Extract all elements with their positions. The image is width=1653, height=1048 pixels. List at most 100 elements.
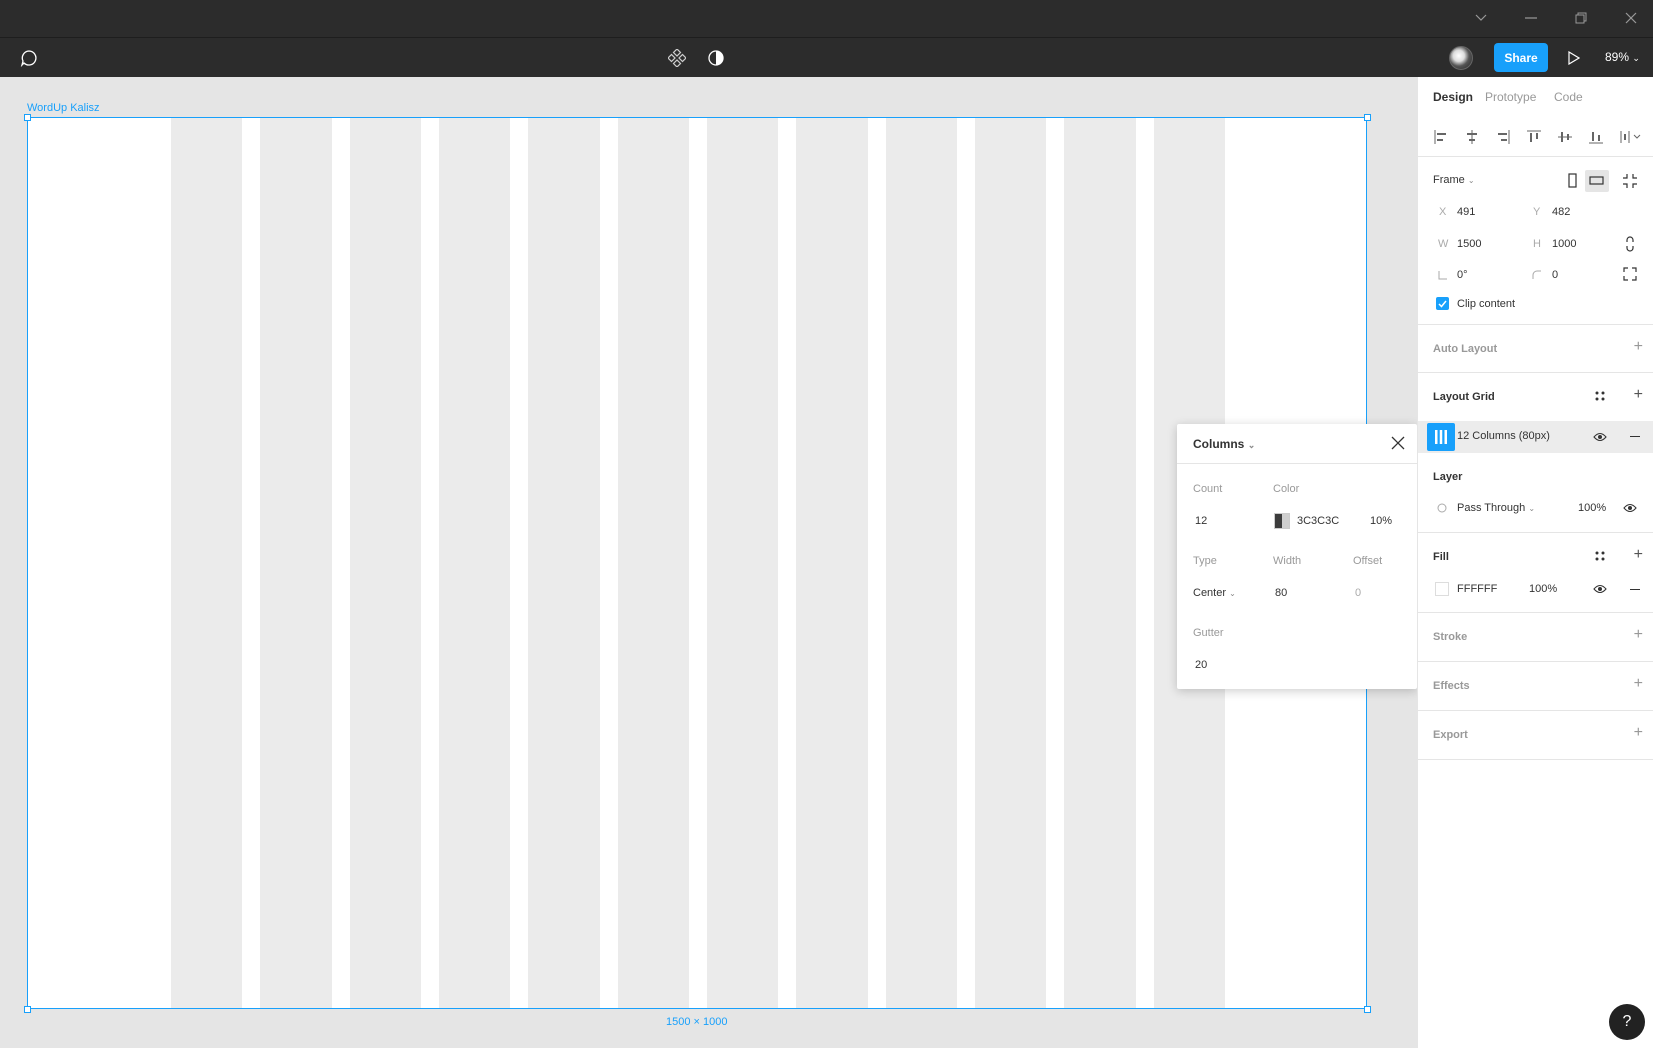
tab-code[interactable]: Code (1554, 90, 1583, 104)
resize-handle-top-right[interactable] (1364, 114, 1371, 121)
blend-mode-value: Pass Through (1457, 502, 1526, 514)
frame-section: Frame ⌄ X 491 Y 482 W 1500 H 1000 0° 0 C… (1418, 157, 1653, 325)
remove-fill-icon[interactable] (1630, 589, 1640, 590)
constrain-proportions-icon[interactable] (1624, 236, 1636, 252)
y-input[interactable]: 482 (1552, 206, 1570, 218)
resize-to-fit-icon[interactable] (1622, 173, 1638, 189)
color-hex-input[interactable]: 3C3C3C (1297, 515, 1339, 527)
layout-grid-item[interactable]: 12 Columns (80px) (1418, 421, 1653, 453)
clip-content-label: Clip content (1457, 298, 1516, 310)
tab-prototype[interactable]: Prototype (1485, 90, 1536, 104)
eye-icon[interactable] (1623, 502, 1637, 514)
fill-color-input[interactable]: FFFFFF (1457, 583, 1497, 595)
chevron-down-icon: ⌄ (1632, 53, 1640, 63)
grid-settings-button[interactable] (1427, 423, 1455, 451)
frame-type-dropdown[interactable]: Frame ⌄ (1433, 174, 1475, 186)
align-right-icon[interactable] (1495, 129, 1511, 145)
add-layout-grid-icon[interactable]: + (1634, 386, 1643, 404)
layer-opacity-input[interactable]: 100% (1578, 502, 1606, 514)
width-label: Width (1273, 555, 1302, 567)
export-section: Export + (1418, 711, 1653, 760)
remove-layout-grid-icon[interactable] (1630, 436, 1640, 437)
color-label: Color (1273, 483, 1300, 495)
minimize-icon[interactable] (1521, 8, 1541, 28)
layout-grid-item-label: 12 Columns (80px) (1457, 430, 1550, 442)
contrast-icon[interactable] (705, 47, 727, 69)
landscape-button[interactable] (1585, 170, 1609, 192)
h-input[interactable]: 1000 (1552, 238, 1576, 250)
close-icon[interactable] (1391, 436, 1405, 450)
offset-input[interactable]: 0 (1355, 587, 1361, 599)
width-input[interactable]: 80 (1275, 587, 1287, 599)
add-effect-icon[interactable]: + (1634, 675, 1643, 693)
x-label: X (1439, 206, 1447, 218)
grid-column (260, 118, 332, 1008)
auto-layout-title: Auto Layout (1433, 343, 1498, 355)
color-swatch[interactable] (1274, 513, 1290, 529)
portrait-icon[interactable] (1565, 173, 1579, 189)
add-auto-layout-icon[interactable]: + (1634, 338, 1643, 356)
frame-dimensions-label: 1500 × 1000 (666, 1016, 728, 1028)
align-horizontal-center-icon[interactable] (1464, 129, 1480, 145)
columns-icon (1435, 430, 1447, 444)
restore-icon[interactable] (1571, 8, 1591, 28)
add-export-icon[interactable]: + (1634, 724, 1643, 742)
grid-column (170, 118, 243, 1008)
grid-column (438, 118, 511, 1008)
frame-name-label[interactable]: WordUp Kalisz (27, 102, 100, 114)
count-label: Count (1193, 483, 1223, 495)
corner-radius-icon (1532, 270, 1541, 279)
popup-header: Columns ⌄ (1177, 424, 1417, 464)
components-icon[interactable] (666, 47, 688, 69)
present-play-icon[interactable] (1563, 47, 1585, 69)
zoom-dropdown[interactable]: 89% ⌄ (1605, 50, 1640, 64)
grid-column (706, 118, 779, 1008)
add-fill-icon[interactable]: + (1634, 546, 1643, 564)
rotation-input[interactable]: 0° (1457, 269, 1468, 281)
close-window-icon[interactable] (1621, 8, 1641, 28)
type-label: Type (1193, 555, 1217, 567)
distribute-icon[interactable] (1619, 129, 1641, 145)
w-input[interactable]: 1500 (1457, 238, 1481, 250)
x-input[interactable]: 491 (1457, 206, 1475, 218)
gutter-input[interactable]: 20 (1195, 659, 1207, 671)
comment-icon[interactable] (18, 47, 40, 69)
align-bottom-icon[interactable] (1588, 129, 1604, 145)
effects-title: Effects (1433, 680, 1470, 692)
resize-handle-bottom-right[interactable] (1364, 1006, 1371, 1013)
add-stroke-icon[interactable]: + (1634, 626, 1643, 644)
zoom-value: 89% (1605, 50, 1630, 64)
stroke-title: Stroke (1433, 631, 1468, 643)
align-top-icon[interactable] (1526, 129, 1542, 145)
clip-content-checkbox[interactable] (1436, 297, 1449, 310)
landscape-icon (1589, 176, 1604, 185)
chevron-down-icon[interactable] (1471, 8, 1491, 28)
type-dropdown[interactable]: Center ⌄ (1193, 587, 1236, 599)
export-title: Export (1433, 729, 1468, 741)
title-bar (0, 0, 1653, 37)
resize-handle-top-left[interactable] (24, 114, 31, 121)
w-label: W (1438, 238, 1449, 250)
color-opacity-input[interactable]: 10% (1370, 515, 1392, 527)
avatar[interactable] (1449, 46, 1473, 70)
grid-styles-icon[interactable] (1594, 390, 1606, 402)
eye-icon[interactable] (1593, 431, 1607, 443)
corner-radius-input[interactable]: 0 (1552, 269, 1558, 281)
align-vertical-center-icon[interactable] (1557, 129, 1573, 145)
fill-opacity-input[interactable]: 100% (1529, 583, 1557, 595)
count-input[interactable]: 12 (1195, 515, 1207, 527)
eye-icon[interactable] (1593, 583, 1607, 595)
tab-design[interactable]: Design (1433, 90, 1473, 104)
fill-styles-icon[interactable] (1594, 550, 1606, 562)
resize-handle-bottom-left[interactable] (24, 1006, 31, 1013)
blend-mode-dropdown[interactable]: Pass Through ⌄ (1457, 502, 1535, 514)
frame-wordup-kalisz[interactable] (27, 117, 1367, 1009)
independent-corners-icon[interactable] (1623, 267, 1637, 281)
align-left-icon[interactable] (1433, 129, 1449, 145)
share-button[interactable]: Share (1494, 43, 1548, 72)
fill-title: Fill (1433, 551, 1449, 563)
grid-type-dropdown[interactable]: Columns ⌄ (1193, 437, 1255, 451)
fill-color-swatch[interactable] (1435, 582, 1449, 596)
grid-column (796, 118, 868, 1008)
help-button[interactable]: ? (1609, 1004, 1645, 1040)
